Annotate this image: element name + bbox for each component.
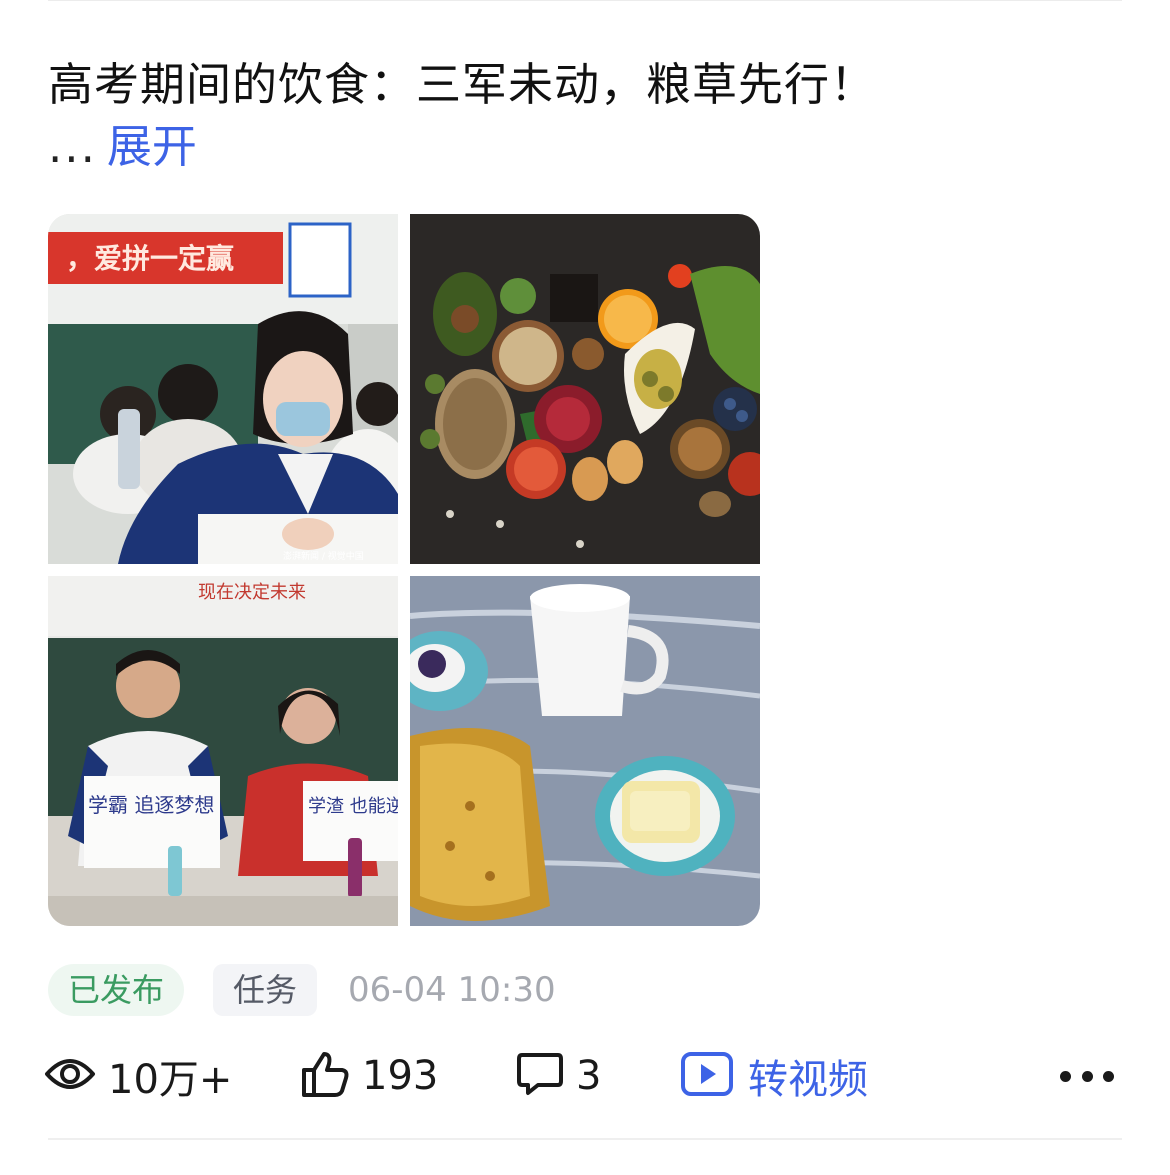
expand-link[interactable]: 展开 [107, 120, 197, 173]
like-button[interactable]: 193 [300, 1046, 438, 1106]
views-count: 10万+ [108, 1057, 233, 1103]
views-stat[interactable]: 10万+ [44, 1046, 232, 1106]
image-students-exam[interactable]: ，爱拼一定赢 澎湃新闻 / 视觉中国 [48, 214, 398, 564]
play-video-icon [680, 1050, 734, 1102]
top-divider [48, 0, 1122, 1]
thumb-up-icon [300, 1050, 350, 1102]
more-dot [1103, 1070, 1114, 1082]
image-grid: ，爱拼一定赢 澎湃新闻 / 视觉中国 现在决定未来 学霸 追逐梦想 学渣 也能逆 [48, 214, 760, 926]
convert-to-video-button[interactable]: 转视频 [680, 1046, 868, 1106]
image-healthy-food[interactable] [410, 214, 760, 564]
image-breakfast[interactable] [410, 576, 760, 926]
post-title[interactable]: 高考期间的饮食：三军未动，粮草先行！ [48, 56, 876, 114]
comments-count: 3 [576, 1053, 602, 1099]
eye-icon [44, 1054, 96, 1098]
ellipsis: ... [48, 120, 97, 173]
expand-row: ... 展开 [48, 118, 197, 176]
status-badge: 已发布 [48, 964, 185, 1016]
more-dot [1081, 1070, 1093, 1082]
likes-count: 193 [362, 1053, 439, 1099]
comment-bubble-icon [516, 1051, 564, 1101]
sign-right-text: 学渣 也能逆 [308, 796, 398, 817]
convert-to-video-label: 转视频 [748, 1057, 868, 1103]
sign-left-text: 学霸 追逐梦想 [88, 793, 214, 817]
bottom-divider [48, 1138, 1122, 1140]
type-badge[interactable]: 任务 [213, 964, 318, 1016]
image-students-signs[interactable]: 现在决定未来 学霸 追逐梦想 学渣 也能逆 [48, 576, 398, 926]
more-dot [1060, 1070, 1071, 1082]
banner-text-2: 现在决定未来 [198, 582, 306, 603]
watermark-text: 澎湃新闻 / 视觉中国 [283, 550, 364, 562]
timestamp: 06-04 10:30 [348, 970, 556, 1010]
more-dots-icon[interactable] [1060, 1058, 1114, 1094]
comment-button[interactable]: 3 [516, 1046, 601, 1106]
banner-text: ，爱拼一定赢 [66, 242, 234, 275]
